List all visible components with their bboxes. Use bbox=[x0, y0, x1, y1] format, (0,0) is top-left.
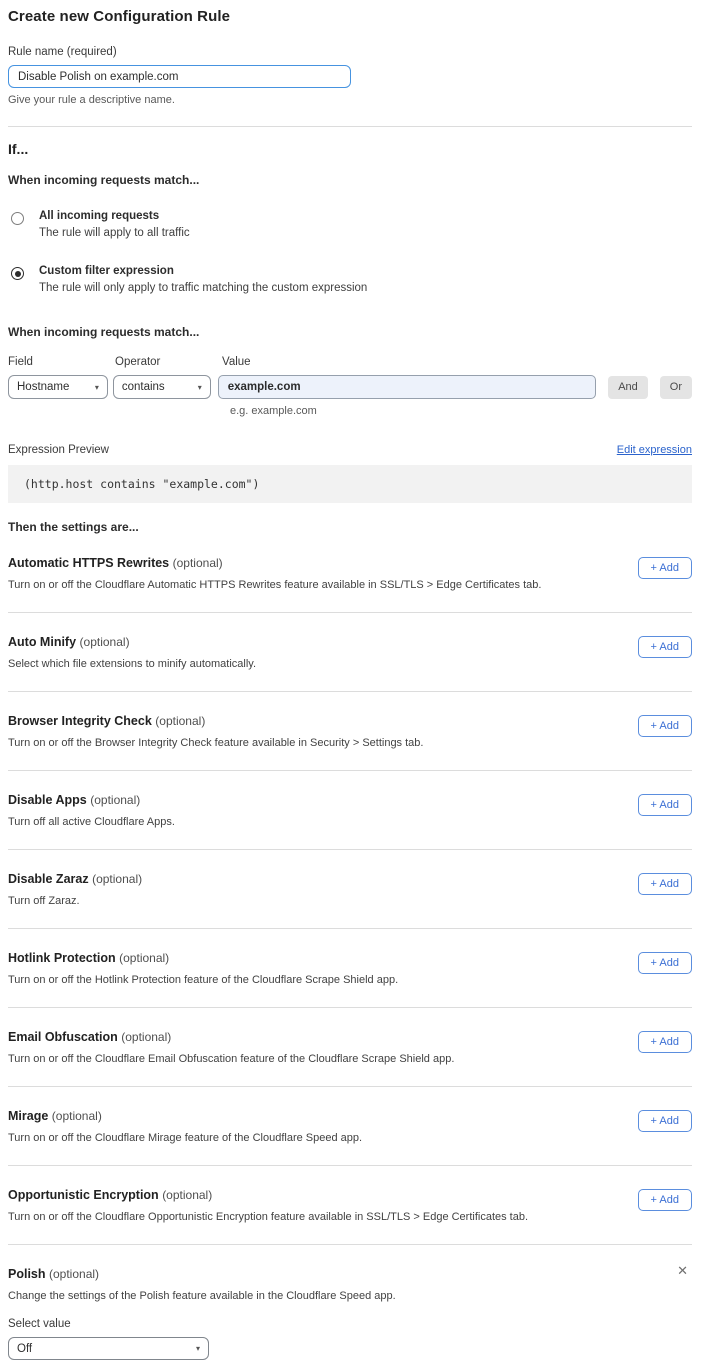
setting-optional-tag: (optional) bbox=[52, 1109, 102, 1123]
chevron-down-icon: ▾ bbox=[95, 383, 99, 392]
setting-name: Mirage bbox=[8, 1109, 48, 1123]
setting-name: Disable Apps bbox=[8, 793, 87, 807]
setting-name: Disable Zaraz bbox=[8, 872, 89, 886]
expression-preview-label: Expression Preview bbox=[8, 444, 109, 456]
setting-automatic-https-rewrites: Automatic HTTPS Rewrites (optional) Turn… bbox=[8, 534, 692, 613]
setting-name: Browser Integrity Check bbox=[8, 714, 152, 728]
add-button[interactable]: + Add bbox=[638, 715, 692, 737]
setting-description: Turn on or off the Hotlink Protection fe… bbox=[8, 974, 398, 986]
setting-name: Automatic HTTPS Rewrites bbox=[8, 556, 169, 570]
select-value-label: Select value bbox=[8, 1318, 692, 1330]
settings-heading: Then the settings are... bbox=[8, 520, 692, 534]
setting-description: Turn on or off the Cloudflare Automatic … bbox=[8, 579, 541, 591]
create-configuration-rule-page: Create new Configuration Rule Rule name … bbox=[0, 0, 705, 1360]
edit-expression-link[interactable]: Edit expression bbox=[617, 444, 692, 456]
value-label: Value bbox=[222, 356, 251, 368]
radio-option-description: The rule will only apply to traffic matc… bbox=[39, 282, 367, 294]
setting-title: Hotlink Protection (optional) bbox=[8, 951, 398, 965]
setting-disable-apps: Disable Apps (optional) Turn off all act… bbox=[8, 771, 692, 850]
setting-optional-tag: (optional) bbox=[92, 872, 142, 886]
if-heading: If... bbox=[8, 141, 692, 157]
setting-description: Turn on or off the Cloudflare Mirage fea… bbox=[8, 1132, 362, 1144]
page-title: Create new Configuration Rule bbox=[8, 8, 692, 25]
operator-label: Operator bbox=[115, 356, 222, 368]
setting-name: Opportunistic Encryption bbox=[8, 1188, 159, 1202]
setting-description: Select which file extensions to minify a… bbox=[8, 658, 256, 670]
setting-title: Auto Minify (optional) bbox=[8, 635, 256, 649]
operator-select[interactable]: contains ▾ bbox=[113, 375, 211, 399]
radio-selected-icon[interactable] bbox=[11, 267, 24, 280]
radio-option-description: The rule will apply to all traffic bbox=[39, 227, 190, 239]
polish-select-value: Off bbox=[17, 1343, 32, 1355]
setting-auto-minify: Auto Minify (optional) Select which file… bbox=[8, 613, 692, 692]
setting-disable-zaraz: Disable Zaraz (optional) Turn off Zaraz.… bbox=[8, 850, 692, 929]
setting-title: Automatic HTTPS Rewrites (optional) bbox=[8, 556, 541, 570]
setting-description: Turn off all active Cloudflare Apps. bbox=[8, 816, 175, 828]
setting-optional-tag: (optional) bbox=[155, 714, 205, 728]
setting-title: Disable Apps (optional) bbox=[8, 793, 175, 807]
add-button[interactable]: + Add bbox=[638, 557, 692, 579]
expression-builder-label: When incoming requests match... bbox=[8, 325, 692, 339]
add-button[interactable]: + Add bbox=[638, 1110, 692, 1132]
setting-optional-tag: (optional) bbox=[162, 1188, 212, 1202]
setting-title: Email Obfuscation (optional) bbox=[8, 1030, 454, 1044]
setting-name: Polish bbox=[8, 1267, 46, 1281]
setting-opportunistic-encryption: Opportunistic Encryption (optional) Turn… bbox=[8, 1166, 692, 1245]
setting-description: Turn on or off the Browser Integrity Che… bbox=[8, 737, 423, 749]
setting-optional-tag: (optional) bbox=[121, 1030, 171, 1044]
rule-name-input[interactable] bbox=[8, 65, 351, 88]
radio-option-custom-filter[interactable]: Custom filter expression The rule will o… bbox=[8, 265, 692, 294]
rule-name-help: Give your rule a descriptive name. bbox=[8, 94, 692, 106]
value-help-text: e.g. example.com bbox=[230, 405, 692, 417]
setting-polish: Polish (optional) Change the settings of… bbox=[8, 1245, 692, 1360]
setting-optional-tag: (optional) bbox=[80, 635, 130, 649]
setting-description: Turn on or off the Cloudflare Email Obfu… bbox=[8, 1053, 454, 1065]
setting-title: Mirage (optional) bbox=[8, 1109, 362, 1123]
setting-browser-integrity-check: Browser Integrity Check (optional) Turn … bbox=[8, 692, 692, 771]
setting-description: Change the settings of the Polish featur… bbox=[8, 1290, 692, 1302]
setting-optional-tag: (optional) bbox=[49, 1267, 99, 1281]
and-button[interactable]: And bbox=[608, 376, 648, 399]
add-button[interactable]: + Add bbox=[638, 794, 692, 816]
field-select[interactable]: Hostname ▾ bbox=[8, 375, 108, 399]
radio-option-all-incoming[interactable]: All incoming requests The rule will appl… bbox=[8, 210, 692, 239]
add-button[interactable]: + Add bbox=[638, 952, 692, 974]
add-button[interactable]: + Add bbox=[638, 636, 692, 658]
setting-optional-tag: (optional) bbox=[90, 793, 140, 807]
setting-description: Turn off Zaraz. bbox=[8, 895, 142, 907]
setting-title: Browser Integrity Check (optional) bbox=[8, 714, 423, 728]
field-select-value: Hostname bbox=[17, 381, 69, 393]
chevron-down-icon: ▾ bbox=[198, 383, 202, 392]
setting-name: Hotlink Protection bbox=[8, 951, 116, 965]
chevron-down-icon: ▾ bbox=[196, 1344, 200, 1353]
radio-option-label: Custom filter expression bbox=[39, 265, 367, 277]
setting-description: Turn on or off the Cloudflare Opportunis… bbox=[8, 1211, 528, 1223]
setting-optional-tag: (optional) bbox=[119, 951, 169, 965]
incoming-requests-match-label: When incoming requests match... bbox=[8, 173, 692, 187]
operator-select-value: contains bbox=[122, 381, 165, 393]
add-button[interactable]: + Add bbox=[638, 873, 692, 895]
radio-unselected-icon[interactable] bbox=[11, 212, 24, 225]
setting-mirage: Mirage (optional) Turn on or off the Clo… bbox=[8, 1087, 692, 1166]
field-label: Field bbox=[8, 356, 115, 368]
setting-optional-tag: (optional) bbox=[173, 556, 223, 570]
add-button[interactable]: + Add bbox=[638, 1031, 692, 1053]
setting-hotlink-protection: Hotlink Protection (optional) Turn on or… bbox=[8, 929, 692, 1008]
setting-title: Disable Zaraz (optional) bbox=[8, 872, 142, 886]
rule-name-label: Rule name (required) bbox=[8, 46, 692, 58]
or-button[interactable]: Or bbox=[660, 376, 692, 399]
add-button[interactable]: + Add bbox=[638, 1189, 692, 1211]
polish-value-select[interactable]: Off ▾ bbox=[8, 1337, 209, 1360]
radio-option-label: All incoming requests bbox=[39, 210, 190, 222]
setting-name: Email Obfuscation bbox=[8, 1030, 118, 1044]
section-divider bbox=[8, 126, 692, 127]
setting-email-obfuscation: Email Obfuscation (optional) Turn on or … bbox=[8, 1008, 692, 1087]
value-input[interactable] bbox=[218, 375, 596, 399]
setting-title: Opportunistic Encryption (optional) bbox=[8, 1188, 528, 1202]
close-icon[interactable]: ✕ bbox=[677, 1264, 688, 1277]
setting-name: Auto Minify bbox=[8, 635, 76, 649]
expression-preview-code: (http.host contains "example.com") bbox=[8, 465, 692, 503]
setting-title: Polish (optional) bbox=[8, 1267, 692, 1281]
